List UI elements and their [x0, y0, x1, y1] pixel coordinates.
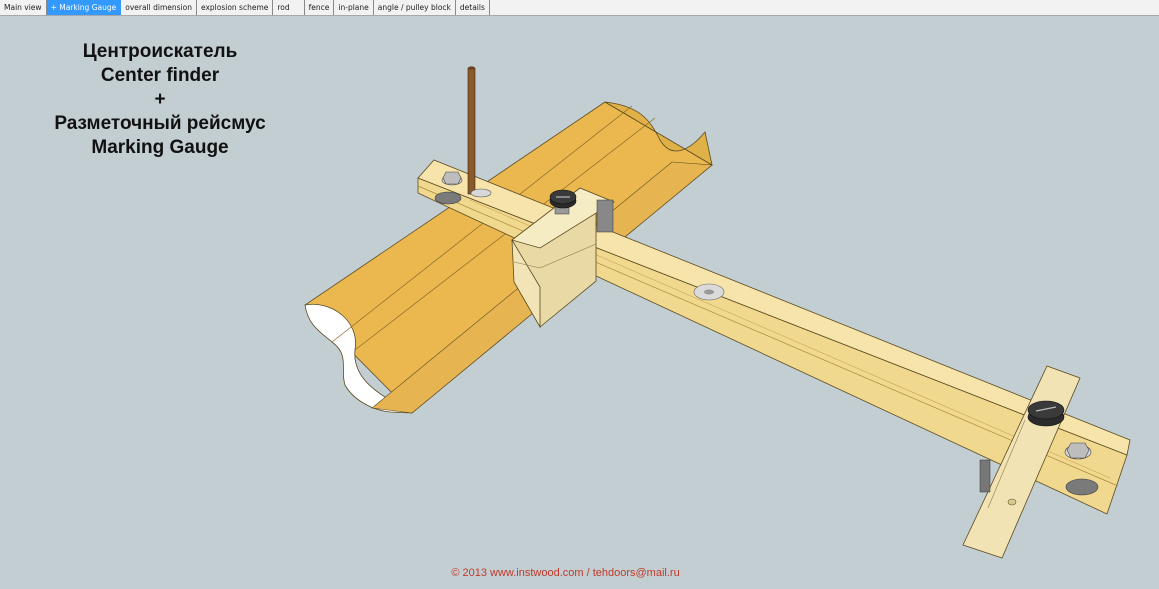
tab-fence[interactable]: fence — [305, 0, 335, 15]
tab-explosion-scheme[interactable]: explosion scheme — [197, 0, 274, 15]
model-viewport[interactable] — [0, 16, 1159, 566]
tab-angle-pulley-block[interactable]: angle / pulley block — [374, 0, 456, 15]
tab-rod[interactable]: rod — [273, 0, 305, 15]
tab-in-plane[interactable]: in-plane — [334, 0, 374, 15]
right-knob — [1027, 400, 1065, 427]
marking-pin — [467, 66, 492, 198]
tab-overall-dimension[interactable]: overall dimension — [121, 0, 197, 15]
scene-tab-bar: Main view + Marking Gauge overall dimens… — [0, 0, 1159, 16]
tab-main-view[interactable]: Main view — [0, 0, 47, 15]
left-nut — [441, 171, 463, 186]
tab-details[interactable]: details — [456, 0, 490, 15]
tab-marking-gauge[interactable]: + Marking Gauge — [46, 0, 122, 15]
copyright-footer: © 2013 www.instwood.com / tehdoors@mail.… — [451, 567, 680, 579]
rod-washer — [693, 283, 725, 301]
